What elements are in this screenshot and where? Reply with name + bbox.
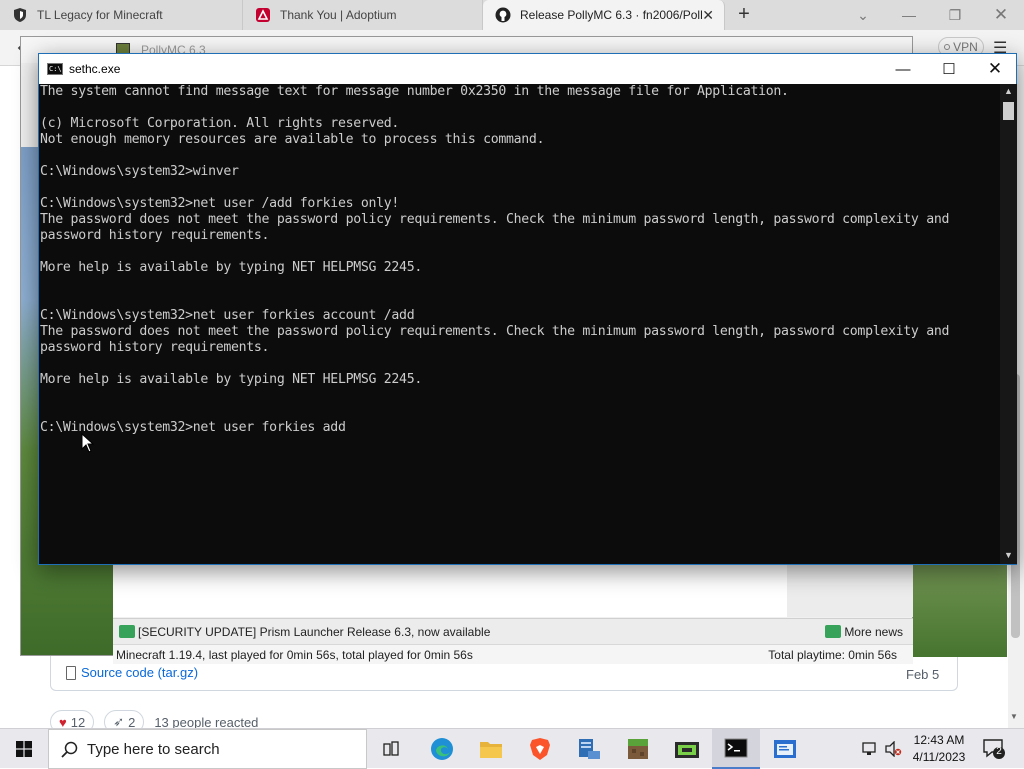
search-icon <box>61 741 78 758</box>
zip-file-icon <box>66 665 76 680</box>
console-line: (c) Microsoft Corporation. All rights re… <box>40 116 400 131</box>
clock-time: 12:43 AM <box>913 733 965 747</box>
windows-logo-icon <box>16 741 32 757</box>
vpn-label: VPN <box>953 40 978 54</box>
network-icon[interactable] <box>858 729 882 769</box>
scroll-down-arrow-icon[interactable]: ▼ <box>1010 712 1018 721</box>
close-browser-icon[interactable]: ✕ <box>978 0 1024 30</box>
console-line: C:\Windows\system32>net user forkies acc… <box>40 308 415 323</box>
console-line: The system cannot find message text for … <box>40 84 789 99</box>
server-manager-icon[interactable] <box>565 729 613 769</box>
status-right: Total playtime: 0min 56s <box>768 647 897 662</box>
minimize-browser-icon[interactable]: — <box>886 0 932 30</box>
console-output[interactable]: The system cannot find message text for … <box>40 84 1000 564</box>
tab-label: Release PollyMC 6.3 · fn2006/Poll <box>520 8 703 22</box>
clock-date: 4/11/2023 <box>912 750 966 764</box>
console-line: C:\Windows\system32>net user forkies add <box>40 420 346 435</box>
more-news-label: More news <box>844 624 903 639</box>
console-window[interactable]: C:\ sethc.exe — ☐ ✕ The system cannot fi… <box>38 53 1017 565</box>
console-scrollbar-thumb[interactable] <box>1003 102 1014 120</box>
app-window-icon[interactable] <box>761 729 809 769</box>
close-tab-icon[interactable]: ✕ <box>702 7 714 24</box>
console-line: The password does not meet the password … <box>40 324 950 339</box>
tab-search-chevron-icon[interactable]: ⌄ <box>840 0 886 30</box>
console-scroll-up-icon[interactable]: ▲ <box>1004 86 1013 96</box>
notification-count: 2 <box>996 746 1002 757</box>
console-line: C:\Windows\system32>winver <box>40 164 239 179</box>
shield-icon <box>12 7 28 23</box>
new-tab-button[interactable]: + <box>733 4 755 26</box>
pollymc-status-bar: Minecraft 1.19.4, last played for 0min 5… <box>113 644 913 664</box>
tab-pollymc-release[interactable]: Release PollyMC 6.3 · fn2006/Poll ✕ <box>483 0 725 30</box>
console-line: More help is available by typing NET HEL… <box>40 260 422 275</box>
status-left: Minecraft 1.19.4, last played for 0min 5… <box>116 647 473 662</box>
console-scroll-down-icon[interactable]: ▼ <box>1004 550 1013 560</box>
instance-side-panel <box>787 565 913 617</box>
news-bar[interactable]: [SECURITY UPDATE] Prism Launcher Release… <box>113 618 913 644</box>
restore-browser-icon[interactable]: ❐ <box>932 0 978 30</box>
more-news-icon <box>825 625 842 638</box>
start-button[interactable] <box>0 729 48 769</box>
console-scrollbar[interactable]: ▲ ▼ <box>1000 84 1017 564</box>
browser-tab-strip: TL Legacy for Minecraft Thank You | Adop… <box>0 0 1024 30</box>
console-line: password history requirements. <box>40 340 270 355</box>
system-clock[interactable]: 12:43 AM 4/11/2023 <box>904 732 974 766</box>
console-line: Not enough memory resources are availabl… <box>40 132 545 147</box>
task-view-icon[interactable] <box>368 729 416 769</box>
tab-adoptium[interactable]: Thank You | Adoptium <box>243 0 483 30</box>
console-line: password history requirements. <box>40 228 270 243</box>
console-line: C:\Windows\system32>net user /add forkie… <box>40 196 400 211</box>
brave-icon[interactable] <box>516 729 564 769</box>
console-maximize-icon[interactable]: ☐ <box>926 54 972 84</box>
pollymc-taskbar-icon[interactable] <box>663 729 711 769</box>
asset-source-tar-gz[interactable]: Source code (tar.gz) <box>66 665 198 680</box>
console-line: More help is available by typing NET HEL… <box>40 372 422 387</box>
asset-date: Feb 5 <box>906 667 940 682</box>
tab-label: TL Legacy for Minecraft <box>37 8 163 22</box>
console-taskbar-icon[interactable] <box>712 729 760 769</box>
asset-label[interactable]: Source code (tar.gz) <box>81 665 198 680</box>
console-line: The password does not meet the password … <box>40 212 950 227</box>
console-app-icon: C:\ <box>47 63 63 75</box>
search-placeholder: Type here to search <box>87 740 220 758</box>
vpn-dot-icon <box>944 44 951 50</box>
console-close-icon[interactable]: ✕ <box>972 54 1018 84</box>
console-titlebar[interactable]: C:\ sethc.exe — ☐ ✕ <box>39 54 1016 84</box>
mouse-cursor-icon <box>81 432 95 453</box>
taskbar-search[interactable]: Type here to search <box>48 729 367 769</box>
file-explorer-icon[interactable] <box>467 729 515 769</box>
edge-icon[interactable] <box>418 729 466 769</box>
news-text[interactable]: [SECURITY UPDATE] Prism Launcher Release… <box>138 625 490 639</box>
console-minimize-icon[interactable]: — <box>880 54 926 84</box>
news-icon <box>119 625 135 638</box>
github-icon <box>495 7 511 23</box>
minecraft-block-icon[interactable] <box>614 729 662 769</box>
adoptium-icon <box>255 7 271 23</box>
taskbar: Type here to search 12:43 AM 4/11/2023 2 <box>0 728 1024 769</box>
volume-muted-icon[interactable] <box>882 729 904 769</box>
console-title: sethc.exe <box>69 62 121 76</box>
notification-center-button[interactable]: 2 <box>982 737 1006 761</box>
tab-label: Thank You | Adoptium <box>280 8 397 22</box>
tab-tl-legacy[interactable]: TL Legacy for Minecraft <box>0 0 243 30</box>
more-news-button[interactable]: More news <box>825 625 903 639</box>
